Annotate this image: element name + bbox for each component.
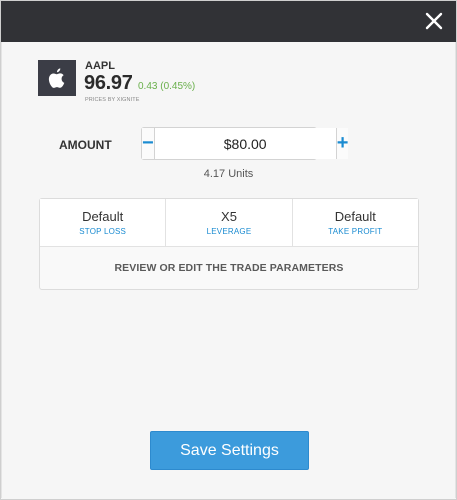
stop-loss-setting[interactable]: Default STOP LOSS <box>40 199 165 246</box>
take-profit-value: Default <box>334 209 376 224</box>
price-change: 0.43 (0.45%) <box>138 81 196 92</box>
apple-logo-icon <box>48 68 65 88</box>
amount-input[interactable] <box>154 128 336 159</box>
instrument-logo <box>38 60 76 96</box>
stop-loss-label[interactable]: STOP LOSS <box>79 227 126 236</box>
leverage-label[interactable]: LEVERAGE <box>207 227 252 236</box>
minus-icon: − <box>142 132 154 154</box>
save-settings-button[interactable]: Save Settings <box>150 431 309 470</box>
units-readout: 4.17 Units <box>203 168 254 180</box>
take-profit-setting[interactable]: Default TAKE PROFIT <box>291 199 418 246</box>
decrease-amount-button[interactable]: − <box>142 128 155 159</box>
take-profit-label[interactable]: TAKE PROFIT <box>328 227 382 236</box>
instrument-symbol: AAPL <box>85 60 115 72</box>
review-parameters-link[interactable]: REVIEW OR EDIT THE TRADE PARAMETERS <box>40 247 418 289</box>
instrument-price: 96.97 <box>84 72 133 94</box>
close-button[interactable] <box>423 10 445 32</box>
plus-icon: + <box>336 132 349 154</box>
leverage-setting[interactable]: X5 LEVERAGE <box>165 199 291 246</box>
increase-amount-button[interactable]: + <box>335 128 349 159</box>
price-provider: PRICES BY XIGNITE <box>85 97 140 103</box>
modal-header <box>0 0 457 42</box>
close-icon <box>425 12 443 30</box>
leverage-value: X5 <box>221 209 237 224</box>
trade-parameters: Default STOP LOSS X5 LEVERAGE Default TA… <box>39 198 419 290</box>
parameters-row: Default STOP LOSS X5 LEVERAGE Default TA… <box>40 199 418 247</box>
amount-stepper: − + <box>141 127 349 160</box>
stop-loss-value: Default <box>82 209 124 224</box>
amount-label: AMOUNT <box>59 138 112 152</box>
